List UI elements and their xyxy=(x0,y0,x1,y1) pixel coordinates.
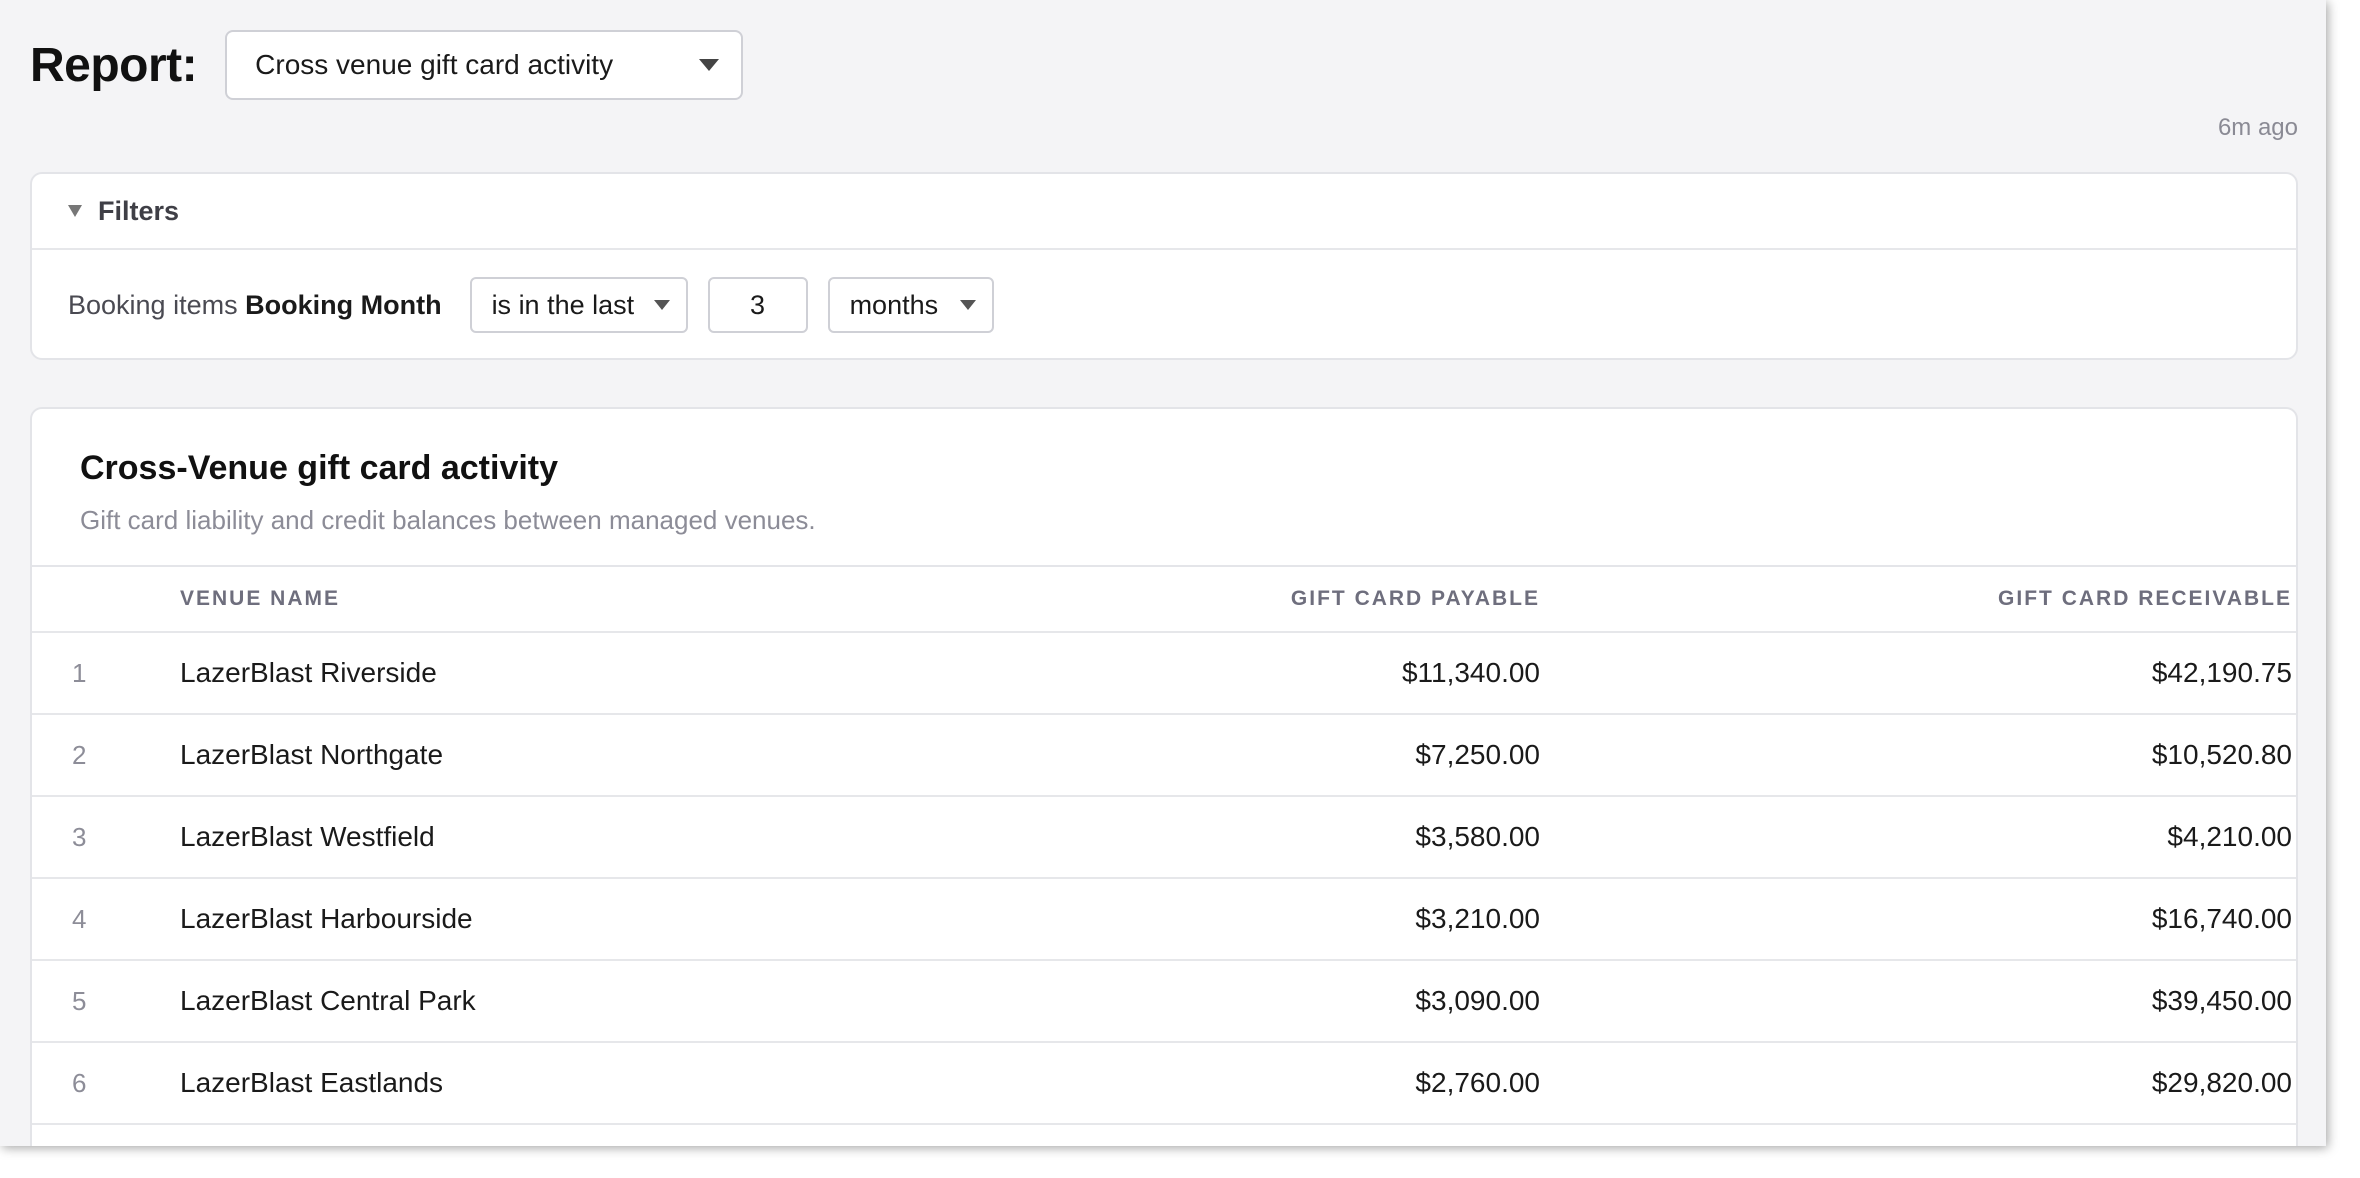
table-row[interactable]: 6 LazerBlast Eastlands $2,760.00 $29,820… xyxy=(32,1043,2296,1125)
venue-name: LazerBlast Westfield xyxy=(180,821,435,852)
row-index: 3 xyxy=(72,821,87,852)
gift-card-payable: $3,090.00 xyxy=(1415,985,1540,1016)
row-index: 1 xyxy=(72,657,87,688)
venue-name: LazerBlast Central Park xyxy=(180,985,476,1016)
gift-card-receivable: $29,820.00 xyxy=(2151,1067,2292,1098)
chevron-down-icon xyxy=(699,59,720,71)
filter-value-input[interactable]: 3 xyxy=(707,277,808,333)
table-row[interactable]: 4 LazerBlast Harbourside $3,210.00 $16,7… xyxy=(32,879,2296,961)
filter-operator-value: is in the last xyxy=(491,289,635,320)
table-title: Cross-Venue gift card activity xyxy=(80,449,559,487)
gift-card-payable: $2,760.00 xyxy=(1415,1067,1540,1098)
venue-name: LazerBlast Eastlands xyxy=(180,1067,444,1098)
gift-card-payable: $3,580.00 xyxy=(1415,821,1540,852)
filters-toggle[interactable]: Filters xyxy=(32,174,2296,250)
header-gift-card-receivable[interactable]: GIFT CARD RECEIVABLE xyxy=(1540,587,2292,611)
row-index: 4 xyxy=(72,903,87,934)
filter-unit-value: months xyxy=(849,289,939,320)
table-header-row: VENUE NAME GIFT CARD PAYABLE GIFT CARD R… xyxy=(32,567,2296,633)
report-window: Report: Cross venue gift card activity 6… xyxy=(0,0,2326,1146)
report-table-panel: Cross-Venue gift card activity Gift card… xyxy=(30,407,2298,1146)
row-index: 5 xyxy=(72,985,87,1016)
gift-card-receivable: $39,450.00 xyxy=(2151,985,2292,1016)
filters-title: Filters xyxy=(98,195,180,226)
chevron-down-icon xyxy=(959,300,976,310)
report-header: Report: Cross venue gift card activity xyxy=(30,30,744,100)
report-select-value: Cross venue gift card activity xyxy=(255,49,614,80)
filter-value: 3 xyxy=(750,289,766,320)
table-row[interactable]: 3 LazerBlast Westfield $3,580.00 $4,210.… xyxy=(32,797,2296,879)
gift-card-receivable: $16,740.00 xyxy=(2151,903,2292,934)
header-gift-card-payable[interactable]: GIFT CARD PAYABLE xyxy=(820,587,1540,611)
venue-name: LazerBlast Northgate xyxy=(180,739,444,770)
filter-operator-select[interactable]: is in the last xyxy=(469,277,688,333)
last-updated: 6m ago xyxy=(2217,114,2298,141)
table-row[interactable]: 2 LazerBlast Northgate $7,250.00 $10,520… xyxy=(32,715,2296,797)
collapse-triangle-icon xyxy=(68,205,82,217)
row-index: 6 xyxy=(72,1067,87,1098)
table-row[interactable]: 5 LazerBlast Central Park $3,090.00 $39,… xyxy=(32,961,2296,1043)
gift-card-payable: $7,250.00 xyxy=(1415,739,1540,770)
filter-row: Booking items Booking Month is in the la… xyxy=(32,250,2296,360)
filters-panel: Filters Booking items Booking Month is i… xyxy=(30,172,2298,360)
venue-name: LazerBlast Harbourside xyxy=(180,903,473,934)
venue-name: LazerBlast Riverside xyxy=(180,657,437,688)
filter-unit-select[interactable]: months xyxy=(827,277,994,333)
filter-field-label: Booking items Booking Month xyxy=(68,290,442,321)
report-label: Report: xyxy=(30,38,198,92)
filter-field-prefix: Booking items xyxy=(68,289,238,320)
gift-card-payable: $3,210.00 xyxy=(1415,903,1540,934)
table-row[interactable]: 1 LazerBlast Riverside $11,340.00 $42,19… xyxy=(32,633,2296,715)
gift-card-receivable: $4,210.00 xyxy=(2167,821,2292,852)
filter-field-name: Booking Month xyxy=(245,289,442,320)
table-subtitle: Gift card liability and credit balances … xyxy=(80,505,816,535)
gift-card-receivable: $10,520.80 xyxy=(2151,739,2292,770)
data-table: VENUE NAME GIFT CARD PAYABLE GIFT CARD R… xyxy=(32,565,2296,1125)
gift-card-receivable: $42,190.75 xyxy=(2151,657,2292,688)
header-venue-name[interactable]: VENUE NAME xyxy=(180,587,820,611)
gift-card-payable: $11,340.00 xyxy=(1401,657,1540,688)
report-select[interactable]: Cross venue gift card activity xyxy=(225,30,744,100)
chevron-down-icon xyxy=(653,300,670,310)
row-index: 2 xyxy=(72,739,87,770)
